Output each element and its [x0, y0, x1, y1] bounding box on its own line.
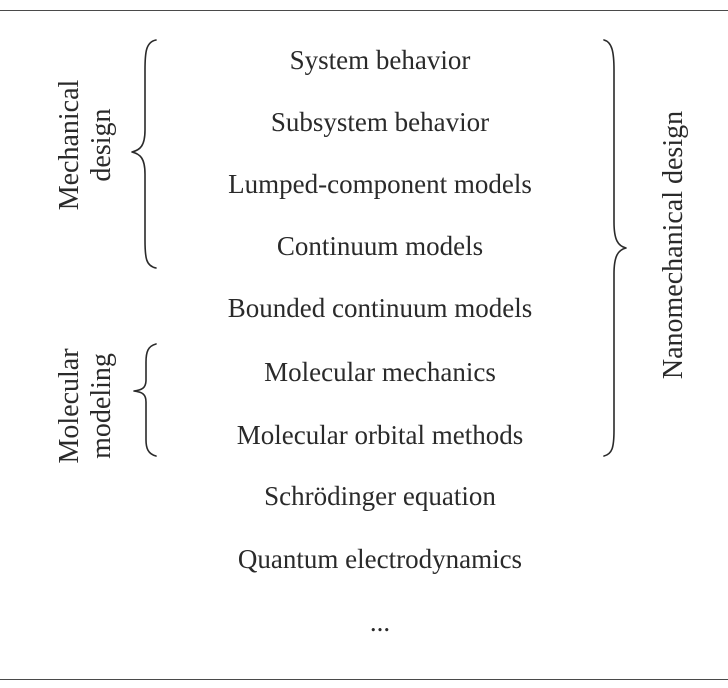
molecular-label-line2: modeling [86, 353, 117, 459]
level-ellipsis: ... [369, 607, 391, 637]
level-bounded-continuum-models: Bounded continuum models [227, 293, 533, 323]
mechanical-label-line1: Mechanical [54, 79, 85, 211]
mechanical-label-line2: design [86, 108, 117, 182]
level-molecular-mechanics: Molecular mechanics [264, 357, 496, 387]
level-schrodinger-equation: Schrödinger equation [264, 481, 496, 511]
molecular-modeling-brace [133, 343, 157, 457]
level-subsystem-behavior: Subsystem behavior [270, 107, 490, 137]
nanomechanical-label: Nanomechanical design [658, 110, 689, 380]
mechanical-design-brace [131, 39, 157, 269]
nanomechanical-design-brace [603, 39, 627, 457]
level-molecular-orbital-methods: Molecular orbital methods [236, 420, 524, 450]
molecular-label-line1: Molecular [54, 348, 85, 464]
level-continuum-models: Continuum models [276, 231, 484, 261]
top-rule [0, 10, 728, 11]
level-lumped-component-models: Lumped-component models [228, 169, 532, 199]
bottom-rule [0, 679, 728, 680]
level-quantum-electrodynamics: Quantum electrodynamics [237, 544, 523, 574]
level-system-behavior: System behavior [289, 45, 471, 75]
